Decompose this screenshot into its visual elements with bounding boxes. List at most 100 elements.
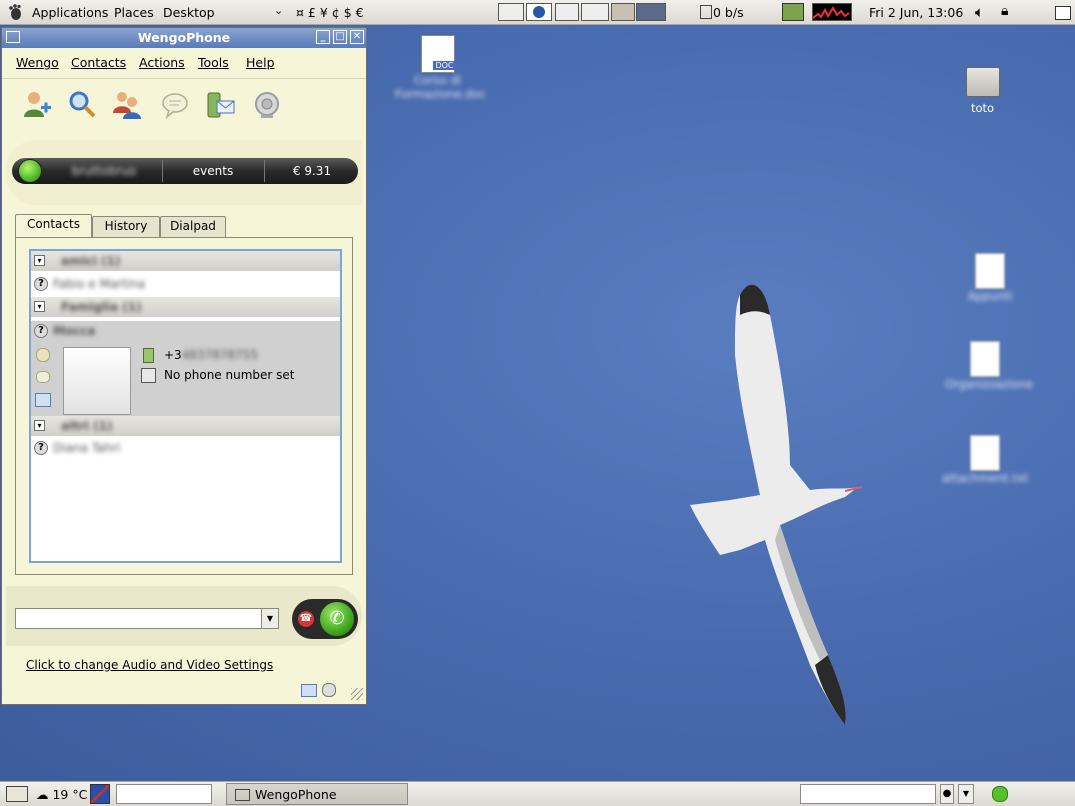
- collapse-icon[interactable]: ▾: [34, 255, 45, 266]
- menu-places[interactable]: Places: [114, 5, 154, 20]
- weather-applet[interactable]: ☁︎ 19 °C: [36, 787, 87, 802]
- mobile-number-rest: 4837878755: [181, 348, 259, 362]
- balance-label[interactable]: € 9.31: [266, 164, 358, 178]
- window-title: WengoPhone: [137, 30, 231, 45]
- workspace-5[interactable]: [611, 3, 635, 21]
- phone-number-input[interactable]: ▼: [15, 608, 279, 629]
- show-desktop-icon[interactable]: [6, 786, 28, 802]
- window-titlebar[interactable]: WengoPhone _ □ ✕: [2, 28, 366, 48]
- contact-group[interactable]: ▾ altri (1): [31, 416, 340, 436]
- menu-tools[interactable]: Tools: [198, 55, 229, 70]
- chat-icon[interactable]: [36, 371, 50, 383]
- contacts-panel: ▾ amici (1) ? Fabio e Martina ▾ Famiglia…: [15, 237, 353, 575]
- desktop-icon-file[interactable]: Appunti: [950, 253, 1030, 303]
- landline-phone-icon: [141, 368, 156, 383]
- events-button[interactable]: events: [164, 164, 262, 178]
- contact-name: Mocca: [53, 324, 96, 338]
- workspace-6[interactable]: [636, 3, 666, 21]
- clock[interactable]: Fri 2 Jun, 13:06: [869, 5, 963, 20]
- record-icon[interactable]: ●: [940, 784, 954, 804]
- wengophone-window: WengoPhone _ □ ✕ Wengo Contacts Actions …: [1, 27, 367, 705]
- unknown-status-icon: ?: [34, 324, 48, 338]
- desktop-icon-label: attachment.txt: [941, 471, 1029, 485]
- volume-icon[interactable]: 🔈︎: [975, 3, 984, 21]
- chevron-down-icon[interactable]: ⌄: [274, 4, 283, 17]
- desktop-icon-label: Corso di Formazione.doc: [395, 73, 486, 101]
- tab-history[interactable]: History: [92, 216, 160, 237]
- tab-dialpad[interactable]: Dialpad: [160, 216, 226, 237]
- resize-grip-icon[interactable]: [351, 688, 363, 700]
- top-panel: Applications Places Desktop ⌄ ¤ £ ¥ ¢ $ …: [0, 0, 1075, 25]
- hangup-button[interactable]: ☎︎: [298, 611, 314, 627]
- desktop-icon-label: Appunti: [967, 289, 1013, 303]
- status-bar: bruttobruo events € 9.31: [12, 158, 358, 184]
- wengo-status-icon[interactable]: [992, 786, 1008, 802]
- chevron-down-icon[interactable]: ▼: [958, 784, 974, 804]
- online-status-icon[interactable]: [18, 159, 42, 183]
- taskbar-label: WengoPhone: [255, 787, 337, 802]
- group-name: Famiglia (1): [61, 300, 142, 314]
- workspace-4[interactable]: [581, 3, 609, 21]
- menu-wengo[interactable]: Wengo: [16, 55, 59, 70]
- minimize-icon[interactable]: _: [316, 30, 330, 44]
- desktop-icon-file[interactable]: attachment.txt: [940, 435, 1030, 485]
- menubar: Wengo Contacts Actions Tools Help: [2, 48, 366, 76]
- username-label[interactable]: bruttobruo: [48, 164, 160, 178]
- command-input[interactable]: [116, 784, 212, 804]
- search-field[interactable]: [800, 784, 936, 804]
- chevron-down-icon[interactable]: ▼: [261, 609, 278, 628]
- menu-help[interactable]: Help: [246, 55, 275, 70]
- audio-video-settings-link[interactable]: Click to change Audio and Video Settings: [26, 658, 273, 672]
- workspace-1[interactable]: [498, 3, 524, 21]
- contact-group[interactable]: ▾ amici (1): [31, 251, 340, 271]
- add-contact-icon[interactable]: [21, 89, 53, 121]
- mobile-prefix: +3: [164, 348, 182, 362]
- net-speed-label: 0 b/s: [713, 5, 744, 20]
- system-monitor[interactable]: [812, 3, 852, 21]
- workspace-2[interactable]: [526, 3, 552, 21]
- taskbar-button[interactable]: WengoPhone: [226, 783, 408, 805]
- conference-icon[interactable]: [111, 89, 143, 121]
- unknown-status-icon: ?: [34, 441, 48, 455]
- lock-icon[interactable]: 🔒︎: [1001, 3, 1008, 19]
- chat-icon[interactable]: [159, 89, 191, 121]
- window-icon: [235, 789, 250, 801]
- currency-applet[interactable]: ¤ £ ¥ ¢ $ €: [296, 5, 364, 20]
- menu-actions[interactable]: Actions: [139, 55, 185, 70]
- desktop-icon-doc[interactable]: DOC Corso di Formazione.doc: [395, 35, 486, 101]
- desktop-icon-file[interactable]: Organizzazione: [945, 341, 1033, 391]
- window-menu-icon[interactable]: [6, 31, 20, 43]
- tab-contacts[interactable]: Contacts: [15, 214, 92, 238]
- document-icon: DOC: [420, 35, 456, 73]
- sms-icon[interactable]: [205, 89, 237, 121]
- contact-group[interactable]: ▾ Famiglia (1): [31, 297, 340, 317]
- video-settings-icon[interactable]: [301, 684, 317, 697]
- menu-applications[interactable]: Applications: [32, 5, 108, 20]
- gnome-foot-icon[interactable]: [6, 3, 24, 21]
- group-name: amici (1): [61, 254, 121, 268]
- webcam-icon[interactable]: [251, 89, 283, 121]
- mobile-number[interactable]: +34837878755: [164, 348, 258, 362]
- audio-settings-icon[interactable]: [322, 683, 336, 697]
- desktop-icon-folder[interactable]: toto: [955, 67, 1010, 115]
- maximize-icon[interactable]: □: [333, 30, 347, 44]
- collapse-icon[interactable]: ▾: [34, 420, 45, 431]
- call-button[interactable]: ✆: [320, 602, 354, 636]
- sms-icon[interactable]: [35, 393, 51, 407]
- collapse-icon[interactable]: ▾: [34, 301, 45, 312]
- app-launcher-icon[interactable]: [90, 784, 110, 804]
- net-speed: 0 b/s: [700, 5, 744, 20]
- text-file-icon: [970, 341, 1000, 377]
- cloud-icon: ☁︎: [36, 787, 49, 802]
- menu-contacts[interactable]: Contacts: [71, 55, 126, 70]
- show-desktop-icon[interactable]: [1055, 6, 1071, 20]
- close-icon[interactable]: ✕: [350, 30, 364, 44]
- contact-row[interactable]: ? Fabio e Martina: [31, 273, 340, 295]
- search-icon[interactable]: [66, 89, 98, 121]
- workspace-3[interactable]: [555, 3, 579, 21]
- call-icon[interactable]: [36, 348, 50, 362]
- menu-desktop[interactable]: Desktop: [163, 5, 215, 20]
- contact-name: Fabio e Martina: [53, 277, 146, 291]
- contact-row[interactable]: ? Diana Tahri: [31, 438, 340, 460]
- temperature-label: 19 °C: [52, 787, 88, 802]
